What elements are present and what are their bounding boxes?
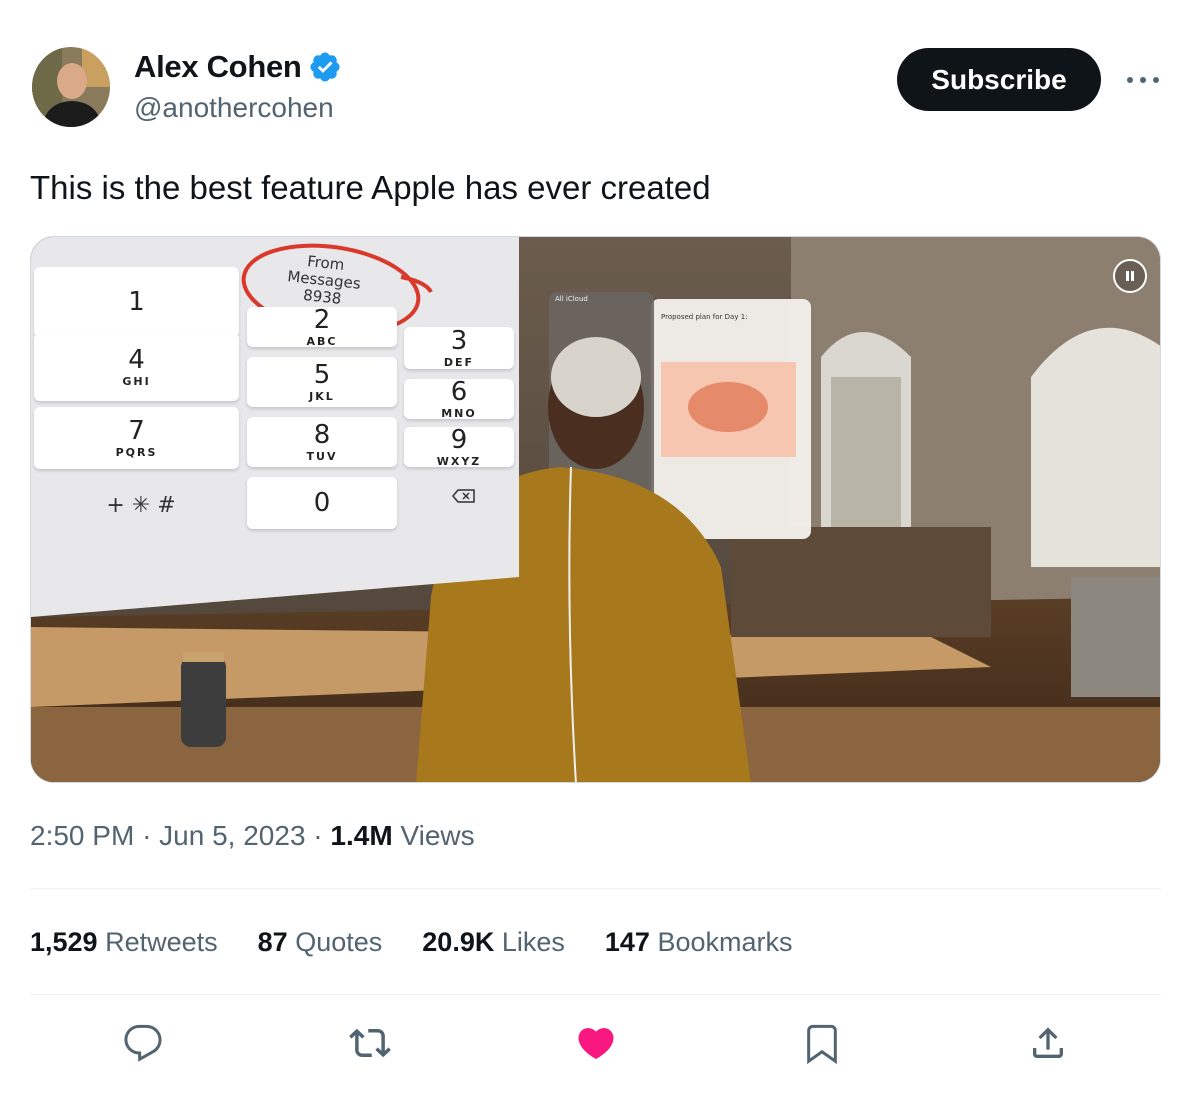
key-7[interactable]: 7 PQRS xyxy=(34,407,239,469)
avatar[interactable] xyxy=(32,47,110,127)
key-1[interactable]: 1 xyxy=(34,267,239,337)
key-0[interactable]: 0 xyxy=(247,477,397,529)
separator: · xyxy=(142,820,152,851)
key-9[interactable]: 9 WXYZ xyxy=(404,427,514,468)
reply-icon[interactable] xyxy=(118,1018,168,1068)
action-bar xyxy=(0,1018,1198,1070)
tweet-meta: 2:50 PM · Jun 5, 2023 · 1.4M Views xyxy=(30,818,475,854)
tweet-time[interactable]: 2:50 PM xyxy=(30,820,134,851)
icloud-panel-title: All iCloud xyxy=(555,295,588,303)
pause-icon[interactable] xyxy=(1113,259,1147,293)
engagement-stats: 1,529 Retweets 87 Quotes 20.9K Likes 147… xyxy=(30,925,793,959)
verified-badge-icon[interactable] xyxy=(308,50,342,84)
key-8[interactable]: 8 TUV xyxy=(247,417,397,467)
author-name[interactable]: Alex Cohen xyxy=(134,48,342,86)
like-icon[interactable] xyxy=(571,1018,621,1068)
key-symbols[interactable]: + ✳ # xyxy=(71,487,211,523)
key-4[interactable]: 4 GHI xyxy=(34,333,239,401)
views-label: Views xyxy=(400,820,475,851)
tweet-text: This is the best feature Apple has ever … xyxy=(30,169,711,206)
tweet-media-video[interactable]: From Messages 8938 1 2 ABC 3 DEF 4 GHI 5… xyxy=(30,236,1161,783)
quotes-stat[interactable]: 87 Quotes xyxy=(258,925,383,959)
bookmarks-stat[interactable]: 147 Bookmarks xyxy=(605,925,793,959)
dialer-keypad: From Messages 8938 1 2 ABC 3 DEF 4 GHI 5… xyxy=(31,237,1160,782)
bookmark-icon[interactable] xyxy=(797,1018,847,1068)
retweet-icon[interactable] xyxy=(345,1018,395,1068)
separator: · xyxy=(313,820,323,851)
share-icon[interactable] xyxy=(1023,1018,1073,1068)
notes-panel-title: Proposed plan for Day 1: xyxy=(661,313,748,321)
divider xyxy=(30,994,1161,995)
author-handle[interactable]: @anothercohen xyxy=(134,91,334,125)
author-name-text[interactable]: Alex Cohen xyxy=(134,48,302,86)
subscribe-button[interactable]: Subscribe xyxy=(897,48,1101,111)
likes-stat[interactable]: 20.9K Likes xyxy=(422,925,565,959)
retweets-stat[interactable]: 1,529 Retweets xyxy=(30,925,218,959)
ellipsis-icon[interactable] xyxy=(1124,66,1162,94)
key-2[interactable]: 2 ABC xyxy=(247,307,397,348)
key-3[interactable]: 3 DEF xyxy=(404,327,514,369)
divider xyxy=(30,888,1161,889)
tweet-date[interactable]: Jun 5, 2023 xyxy=(159,820,305,851)
key-5[interactable]: 5 JKL xyxy=(247,357,397,407)
views-count: 1.4M xyxy=(330,820,393,851)
delete-key-icon[interactable] xyxy=(446,485,482,507)
key-6[interactable]: 6 MNO xyxy=(404,379,514,420)
